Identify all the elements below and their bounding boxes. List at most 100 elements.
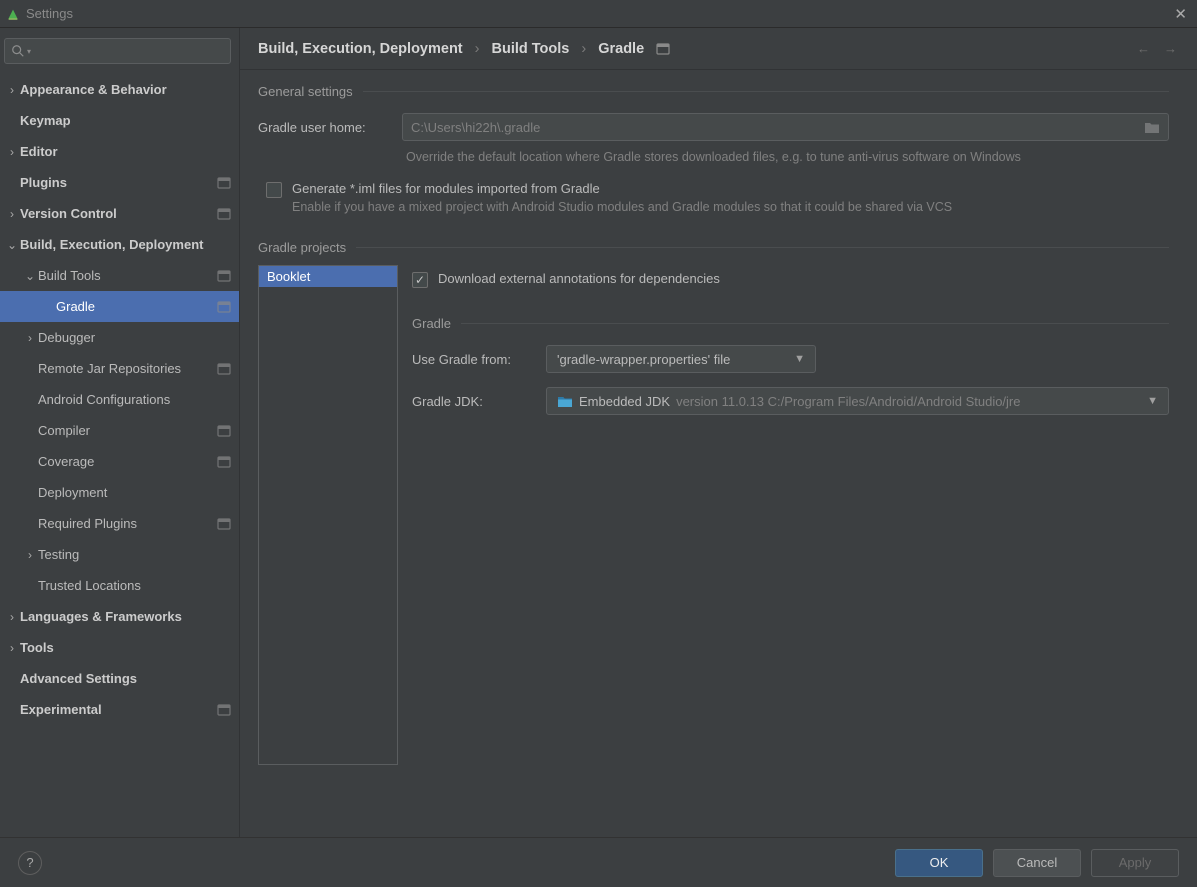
sidebar-item-label: Tools (20, 640, 231, 655)
use-gradle-from-value: 'gradle-wrapper.properties' file (557, 352, 730, 367)
project-scope-icon (217, 363, 231, 375)
sidebar-item-plugins[interactable]: Plugins (0, 167, 239, 198)
sidebar-item-label: Version Control (20, 206, 217, 221)
projects-section-title: Gradle projects (258, 240, 346, 255)
nav-forward-icon[interactable]: → (1164, 41, 1177, 56)
sidebar-item-label: Remote Jar Repositories (38, 361, 217, 376)
breadcrumb-sep: › (581, 41, 586, 57)
sidebar-item-label: Compiler (38, 423, 217, 438)
sidebar-item-tools[interactable]: ›Tools (0, 632, 239, 663)
apply-button[interactable]: Apply (1091, 849, 1179, 877)
sidebar-item-editor[interactable]: ›Editor (0, 136, 239, 167)
sidebar-item-build-execution-deployment[interactable]: ⌄Build, Execution, Deployment (0, 229, 239, 260)
sidebar-item-label: Languages & Frameworks (20, 609, 231, 624)
nav-back-icon[interactable]: ← (1137, 41, 1150, 56)
breadcrumb-bar: Build, Execution, Deployment › Build Too… (240, 28, 1197, 70)
sidebar-item-testing[interactable]: ›Testing (0, 539, 239, 570)
sidebar-item-experimental[interactable]: Experimental (0, 694, 239, 725)
sidebar-item-build-tools[interactable]: ⌄Build Tools (0, 260, 239, 291)
gradle-jdk-name: Embedded JDK (579, 394, 670, 409)
gradle-jdk-label: Gradle JDK: (412, 394, 532, 409)
app-icon (6, 7, 20, 21)
sidebar-item-label: Appearance & Behavior (20, 82, 231, 97)
divider (461, 323, 1169, 324)
breadcrumb-2[interactable]: Build Tools (491, 41, 569, 57)
sidebar-item-label: Advanced Settings (20, 671, 231, 686)
cancel-button[interactable]: Cancel (993, 849, 1081, 877)
sidebar-item-keymap[interactable]: Keymap (0, 105, 239, 136)
sidebar-item-deployment[interactable]: Deployment (0, 477, 239, 508)
gradle-jdk-dropdown[interactable]: Embedded JDK version 11.0.13 C:/Program … (546, 387, 1169, 415)
sidebar-item-label: Build, Execution, Deployment (20, 237, 231, 252)
sidebar-item-version-control[interactable]: ›Version Control (0, 198, 239, 229)
sidebar-item-languages-frameworks[interactable]: ›Languages & Frameworks (0, 601, 239, 632)
gradle-home-hint: Override the default location where Grad… (406, 147, 1169, 167)
browse-folder-icon[interactable] (1144, 121, 1160, 134)
settings-tree: ›Appearance & BehaviorKeymap›EditorPlugi… (0, 70, 239, 837)
sidebar-item-trusted-locations[interactable]: Trusted Locations (0, 570, 239, 601)
search-icon (11, 44, 25, 58)
project-item[interactable]: Booklet (259, 266, 397, 287)
chevron-down-icon: ▼ (1147, 395, 1158, 407)
project-scope-icon (656, 43, 670, 55)
breadcrumb-sep: › (475, 41, 480, 57)
gradle-home-value: C:\Users\hi22h\.gradle (411, 120, 540, 135)
sidebar-item-label: Debugger (38, 330, 231, 345)
search-input[interactable]: ▾ (4, 38, 231, 64)
search-dropdown-icon[interactable]: ▾ (27, 47, 31, 56)
chevron-right-icon: › (6, 610, 18, 624)
general-section-title: General settings (258, 84, 353, 99)
sidebar-item-compiler[interactable]: Compiler (0, 415, 239, 446)
sidebar-item-appearance-behavior[interactable]: ›Appearance & Behavior (0, 74, 239, 105)
chevron-down-icon: ▼ (794, 353, 805, 365)
sidebar-item-label: Gradle (56, 299, 217, 314)
gradle-home-input[interactable]: C:\Users\hi22h\.gradle (402, 113, 1169, 141)
breadcrumb-1[interactable]: Build, Execution, Deployment (258, 41, 463, 57)
project-scope-icon (217, 208, 231, 220)
sidebar-item-required-plugins[interactable]: Required Plugins (0, 508, 239, 539)
gradle-home-label: Gradle user home: (258, 120, 388, 135)
sidebar-item-label: Plugins (20, 175, 217, 190)
divider (356, 247, 1169, 248)
chevron-right-icon: › (6, 641, 18, 655)
gradle-subheader: Gradle (412, 316, 451, 331)
chevron-down-icon: ⌄ (6, 238, 18, 252)
use-gradle-from-dropdown[interactable]: 'gradle-wrapper.properties' file ▼ (546, 345, 816, 373)
sidebar-item-gradle[interactable]: Gradle (0, 291, 239, 322)
footer: ? OK Cancel Apply (0, 837, 1197, 887)
sidebar-item-advanced-settings[interactable]: Advanced Settings (0, 663, 239, 694)
download-annotations-checkbox[interactable] (412, 272, 428, 288)
sidebar-item-coverage[interactable]: Coverage (0, 446, 239, 477)
gradle-projects-list[interactable]: Booklet (258, 265, 398, 765)
sidebar-item-label: Deployment (38, 485, 231, 500)
titlebar: Settings ✕ (0, 0, 1197, 28)
sidebar-item-debugger[interactable]: ›Debugger (0, 322, 239, 353)
chevron-down-icon: ⌄ (24, 269, 36, 283)
sidebar-item-label: Editor (20, 144, 231, 159)
use-gradle-from-label: Use Gradle from: (412, 352, 532, 367)
divider (363, 91, 1169, 92)
sidebar-item-label: Coverage (38, 454, 217, 469)
project-scope-icon (217, 456, 231, 468)
sidebar-item-remote-jar-repositories[interactable]: Remote Jar Repositories (0, 353, 239, 384)
generate-iml-label: Generate *.iml files for modules importe… (292, 181, 952, 196)
generate-iml-checkbox[interactable] (266, 182, 282, 198)
sidebar: ▾ ›Appearance & BehaviorKeymap›EditorPlu… (0, 28, 240, 837)
project-scope-icon (217, 704, 231, 716)
breadcrumb-3[interactable]: Gradle (598, 41, 644, 57)
sidebar-item-label: Experimental (20, 702, 217, 717)
sidebar-item-label: Build Tools (38, 268, 217, 283)
sidebar-item-label: Required Plugins (38, 516, 217, 531)
chevron-right-icon: › (24, 548, 36, 562)
sidebar-item-label: Testing (38, 547, 231, 562)
ok-button[interactable]: OK (895, 849, 983, 877)
sidebar-item-android-configurations[interactable]: Android Configurations (0, 384, 239, 415)
gradle-jdk-detail: version 11.0.13 C:/Program Files/Android… (676, 394, 1020, 409)
chevron-right-icon: › (6, 145, 18, 159)
project-scope-icon (217, 177, 231, 189)
close-icon[interactable]: ✕ (1174, 5, 1187, 23)
project-scope-icon (217, 270, 231, 282)
help-button[interactable]: ? (18, 851, 42, 875)
jdk-folder-icon (557, 395, 573, 408)
project-scope-icon (217, 301, 231, 313)
